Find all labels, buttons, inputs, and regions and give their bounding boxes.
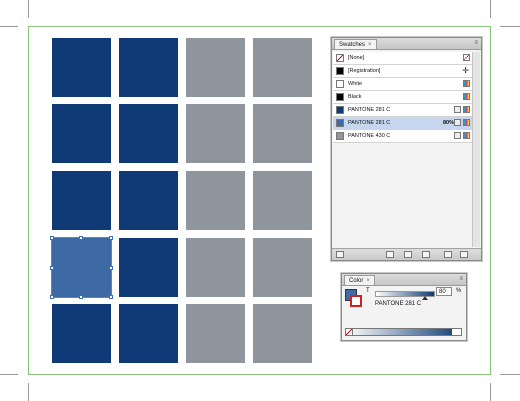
panel-menu-icon[interactable]: ≡ xyxy=(474,39,478,47)
tint-label: T xyxy=(366,288,370,294)
none-swatch-chip xyxy=(336,54,344,62)
color-panel: Color × ≡ T 80 % PANTONE 281 C xyxy=(341,273,467,341)
swatch-name: PANTONE 281 C xyxy=(348,107,391,113)
artwork-tile[interactable] xyxy=(52,304,111,363)
none-color-icon[interactable] xyxy=(345,328,353,336)
process-color-icon xyxy=(463,93,470,100)
selection-handle[interactable] xyxy=(79,295,83,299)
crop-mark xyxy=(490,383,491,401)
crop-mark xyxy=(0,374,18,375)
swatch-row-white[interactable]: White xyxy=(333,78,472,91)
color-name: PANTONE 281 C xyxy=(375,301,422,307)
spot-color-icon xyxy=(454,132,461,139)
swatch-row-pantone-281[interactable]: PANTONE 281 C xyxy=(333,104,472,117)
selected-artwork-tile[interactable] xyxy=(51,237,112,298)
artwork-tile[interactable] xyxy=(186,238,245,297)
swatch-row-pantone-430[interactable]: PANTONE 430 C xyxy=(333,130,472,143)
swatch-name: PANTONE 281 C xyxy=(348,120,391,126)
artwork-tile[interactable] xyxy=(186,104,245,163)
artwork-tile[interactable] xyxy=(119,38,178,97)
close-icon[interactable]: × xyxy=(368,42,372,48)
swatch-row-registration[interactable]: [Registration] ✛ xyxy=(333,65,472,78)
white-color-chip[interactable] xyxy=(452,329,461,335)
artwork-tile[interactable] xyxy=(52,38,111,97)
selection-handle[interactable] xyxy=(109,266,113,270)
selection-handle[interactable] xyxy=(50,236,54,240)
artwork-tile[interactable] xyxy=(253,104,312,163)
new-swatch-icon[interactable] xyxy=(444,251,452,258)
swatch-name: Black xyxy=(348,94,362,100)
selection-handle[interactable] xyxy=(50,266,54,270)
swatch-row-black[interactable]: Black xyxy=(333,91,472,104)
swatches-panel: Swatches × ≡ [None] [Registration] ✛ Whit… xyxy=(331,37,482,261)
new-color-group-icon[interactable] xyxy=(422,251,430,258)
selection-handle[interactable] xyxy=(79,236,83,240)
swatch-tint-value: 80% xyxy=(442,120,454,126)
selection-handle[interactable] xyxy=(109,236,113,240)
swatches-scrollbar[interactable] xyxy=(472,52,480,247)
swatch-row-none[interactable]: [None] xyxy=(333,52,472,65)
artwork-tile[interactable] xyxy=(119,104,178,163)
artwork-tile[interactable] xyxy=(186,304,245,363)
swatch-options-icon[interactable] xyxy=(404,251,412,258)
close-icon[interactable]: × xyxy=(366,278,370,284)
swatch-name: PANTONE 430 C xyxy=(348,133,391,139)
tab-color[interactable]: Color × xyxy=(344,275,375,285)
stroke-color-box[interactable] xyxy=(350,295,362,307)
pantone-430-swatch-chip xyxy=(336,132,344,140)
percent-label: % xyxy=(456,288,462,294)
artwork-tile[interactable] xyxy=(52,171,111,230)
spot-color-icon xyxy=(454,119,461,126)
white-swatch-chip xyxy=(336,80,344,88)
crop-mark xyxy=(500,374,520,375)
process-color-icon xyxy=(463,132,470,139)
crop-mark xyxy=(28,0,29,18)
crop-mark xyxy=(28,383,29,401)
artwork-tile[interactable] xyxy=(119,171,178,230)
swatch-row-pantone-281-tint[interactable]: PANTONE 281 C 80% xyxy=(333,117,472,130)
panel-menu-icon[interactable]: ≡ xyxy=(459,275,463,283)
registration-icon: ✛ xyxy=(462,66,469,75)
swatch-name: White xyxy=(348,81,363,87)
spot-color-icon xyxy=(454,106,461,113)
registration-swatch-chip xyxy=(336,67,344,75)
process-color-icon xyxy=(463,80,470,87)
pantone-281-swatch-chip xyxy=(336,106,344,114)
swatch-list: [None] [Registration] ✛ White Black PANT… xyxy=(333,52,472,143)
artwork-tile[interactable] xyxy=(52,104,111,163)
selection-handle[interactable] xyxy=(109,295,113,299)
crop-mark xyxy=(0,26,18,27)
artwork-tile[interactable] xyxy=(253,38,312,97)
crop-mark xyxy=(490,0,491,18)
artwork-tile[interactable] xyxy=(186,171,245,230)
artwork-tile[interactable] xyxy=(253,238,312,297)
artwork-tile[interactable] xyxy=(253,304,312,363)
show-swatch-kinds-icon[interactable] xyxy=(386,251,394,258)
swatches-panel-header: Swatches × ≡ xyxy=(332,38,481,50)
tab-color-label: Color xyxy=(349,278,364,284)
swatch-libraries-icon[interactable] xyxy=(336,251,344,258)
tint-ramp[interactable] xyxy=(345,328,462,336)
tint-slider-thumb[interactable] xyxy=(422,296,428,300)
selection-handle[interactable] xyxy=(50,295,54,299)
process-color-icon xyxy=(463,106,470,113)
artwork-tile[interactable] xyxy=(119,238,178,297)
color-panel-header: Color × ≡ xyxy=(342,274,466,286)
artwork-tile[interactable] xyxy=(186,38,245,97)
black-swatch-chip xyxy=(336,93,344,101)
crop-mark xyxy=(500,26,520,27)
swatches-panel-footer xyxy=(332,248,481,260)
delete-swatch-icon[interactable] xyxy=(460,251,468,258)
pantone-281-tint-swatch-chip xyxy=(336,119,344,127)
tint-value-field[interactable]: 80 xyxy=(436,287,452,296)
process-color-icon xyxy=(463,119,470,126)
artwork-tile[interactable] xyxy=(253,171,312,230)
swatch-name: [Registration] xyxy=(348,68,381,74)
swatch-name: [None] xyxy=(348,55,365,61)
tab-swatches-label: Swatches xyxy=(339,42,366,48)
artwork-tile[interactable] xyxy=(119,304,178,363)
none-icon xyxy=(463,54,470,61)
tab-swatches[interactable]: Swatches × xyxy=(334,39,377,49)
